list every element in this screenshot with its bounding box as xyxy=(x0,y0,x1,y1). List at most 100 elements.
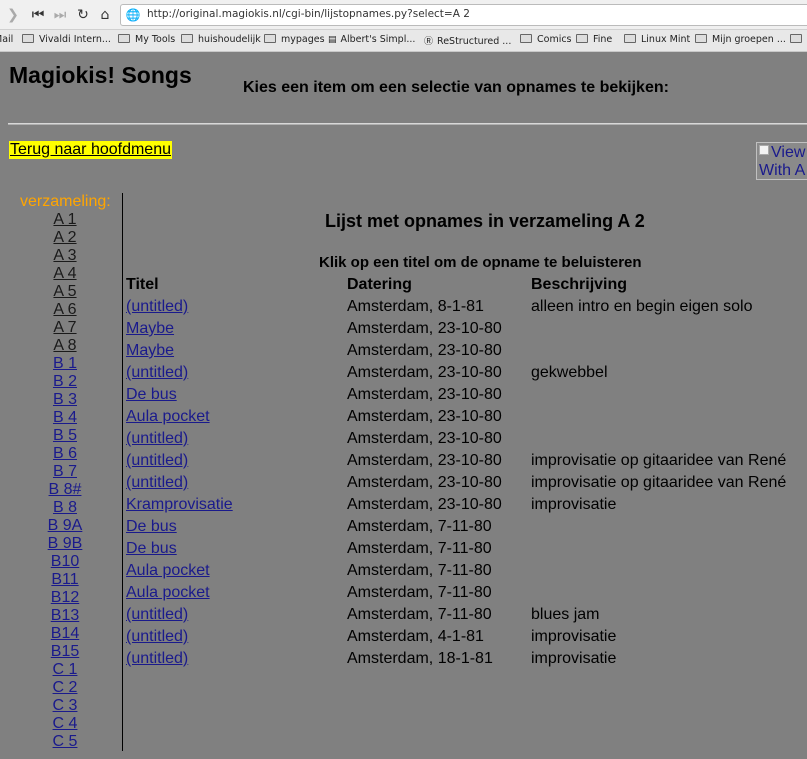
bookmark-vivaldi[interactable]: Vivaldi Intern... xyxy=(22,34,111,45)
bookmark-more[interactable] xyxy=(790,34,807,45)
sidebar-item-b-8-[interactable]: B 8# xyxy=(0,481,130,499)
column-header-titel: Titel xyxy=(126,276,159,293)
sidebar-item-b15[interactable]: B15 xyxy=(0,643,130,661)
sidebar-item-b-1[interactable]: B 1 xyxy=(0,355,130,373)
sidebar-item-a-8[interactable]: A 8 xyxy=(0,337,130,355)
recording-title-link[interactable]: De bus xyxy=(126,386,177,404)
globe-icon: 🌐 xyxy=(125,8,141,22)
sidebar-item-b13[interactable]: B13 xyxy=(0,607,130,625)
sidebar-item-a-7[interactable]: A 7 xyxy=(0,319,130,337)
page-content: Magiokis! Songs Kies een item om een sel… xyxy=(0,53,807,759)
sidebar-item-c-4[interactable]: C 4 xyxy=(0,715,130,733)
recording-date: Amsterdam, 23-10-80 xyxy=(347,364,502,381)
horizontal-rule xyxy=(8,123,807,125)
site-title: Magiokis! Songs xyxy=(9,62,192,88)
recording-title-link[interactable]: (untitled) xyxy=(126,430,188,448)
recording-title-link[interactable]: Kramprovisatie xyxy=(126,496,233,514)
sidebar-item-c-5[interactable]: C 5 xyxy=(0,733,130,751)
sidebar-item-b12[interactable]: B12 xyxy=(0,589,130,607)
sidebar-item-a-6[interactable]: A 6 xyxy=(0,301,130,319)
recording-title-link[interactable]: (untitled) xyxy=(126,628,188,646)
recording-title-link[interactable]: (untitled) xyxy=(126,364,188,382)
sidebar-item-a-3[interactable]: A 3 xyxy=(0,247,130,265)
recording-title-link[interactable]: (untitled) xyxy=(126,452,188,470)
sidebar-item-b14[interactable]: B14 xyxy=(0,625,130,643)
recording-title-link[interactable]: Aula pocket xyxy=(126,408,210,426)
sidebar-item-b-8[interactable]: B 8 xyxy=(0,499,130,517)
recording-title-link[interactable]: (untitled) xyxy=(126,606,188,624)
sidebar-item-c-1[interactable]: C 1 xyxy=(0,661,130,679)
recording-date: Amsterdam, 7-11-80 xyxy=(347,518,492,535)
sidebar-item-c-2[interactable]: C 2 xyxy=(0,679,130,697)
sidebar-item-b-9b[interactable]: B 9B xyxy=(0,535,130,553)
forward-icon[interactable]: ❯ xyxy=(3,5,23,25)
address-bar[interactable]: 🌐 http://original.magiokis.nl/cgi-bin/li… xyxy=(120,4,807,26)
bookmark-restructured[interactable]: Ⓡ ReStructured ... xyxy=(424,34,511,47)
recording-title-link[interactable]: Maybe xyxy=(126,320,174,338)
bookmark-alberts[interactable]: ▤ Albert's Simpl... xyxy=(328,34,415,45)
bookmark-comics[interactable]: Comics xyxy=(520,34,572,45)
bookmark-mypages[interactable]: mypages xyxy=(264,34,325,45)
bookmark-fine[interactable]: Fine xyxy=(576,34,612,45)
folder-icon xyxy=(624,34,636,43)
recording-title-link[interactable]: (untitled) xyxy=(126,298,188,316)
recording-date: Amsterdam, 8-1-81 xyxy=(347,298,484,315)
sidebar-item-a-5[interactable]: A 5 xyxy=(0,283,130,301)
bookmark-my-tools[interactable]: My Tools xyxy=(118,34,175,45)
site-icon: ▤ xyxy=(328,35,337,45)
sidebar-item-a-2[interactable]: A 2 xyxy=(0,229,130,247)
recording-date: Amsterdam, 7-11-80 xyxy=(347,562,492,579)
sidebar-item-b10[interactable]: B10 xyxy=(0,553,130,571)
recording-description: alleen intro en begin eigen solo xyxy=(531,298,753,315)
bookmark-mijn-groepen[interactable]: Mijn groepen ... xyxy=(695,34,786,45)
sidebar-item-b11[interactable]: B11 xyxy=(0,571,130,589)
reload-icon[interactable]: ↻ xyxy=(73,5,93,25)
recording-description: improvisatie xyxy=(531,496,617,513)
sidebar-item-b-2[interactable]: B 2 xyxy=(0,373,130,391)
collection-label: verzameling: xyxy=(20,193,111,210)
bookmark-mail[interactable]: Mail xyxy=(0,34,13,45)
recording-date: Amsterdam, 18-1-81 xyxy=(347,650,493,667)
rewind-icon[interactable]: ⏮ xyxy=(28,5,48,25)
recording-title-link[interactable]: (untitled) xyxy=(126,474,188,492)
recording-date: Amsterdam, 23-10-80 xyxy=(347,342,502,359)
recording-date: Amsterdam, 23-10-80 xyxy=(347,408,502,425)
bookmark-linux-mint[interactable]: Linux Mint xyxy=(624,34,690,45)
sidebar-item-b-7[interactable]: B 7 xyxy=(0,463,130,481)
recording-description: improvisatie op gitaaridee van René xyxy=(531,474,787,491)
sidebar-item-b-4[interactable]: B 4 xyxy=(0,409,130,427)
sidebar-item-b-5[interactable]: B 5 xyxy=(0,427,130,445)
sidebar-item-b-9a[interactable]: B 9A xyxy=(0,517,130,535)
sidebar-item-c-3[interactable]: C 3 xyxy=(0,697,130,715)
broken-image-icon xyxy=(759,145,769,155)
bookmark-huishoudelijk[interactable]: huishoudelijk xyxy=(181,34,261,45)
recording-title-link[interactable]: Aula pocket xyxy=(126,584,210,602)
column-header-beschrijving: Beschrijving xyxy=(531,276,628,293)
home-icon[interactable]: ⌂ xyxy=(95,5,115,25)
sidebar-item-b-6[interactable]: B 6 xyxy=(0,445,130,463)
recording-date: Amsterdam, 23-10-80 xyxy=(347,496,502,513)
url-text: http://original.magiokis.nl/cgi-bin/lijs… xyxy=(147,8,470,20)
recording-date: Amsterdam, 7-11-80 xyxy=(347,584,492,601)
recording-title-link[interactable]: Maybe xyxy=(126,342,174,360)
recording-date: Amsterdam, 23-10-80 xyxy=(347,452,502,469)
recording-description: gekwebbel xyxy=(531,364,608,381)
sidebar-item-b-3[interactable]: B 3 xyxy=(0,391,130,409)
sidebar-divider xyxy=(122,193,123,751)
folder-icon xyxy=(264,34,276,43)
sidebar-item-a-4[interactable]: A 4 xyxy=(0,265,130,283)
list-title: Lijst met opnames in verzameling A 2 xyxy=(325,211,645,231)
browser-navbar: ❯ ⏮ ⏭ ↻ ⌂ 🌐 http://original.magiokis.nl/… xyxy=(0,0,807,30)
folder-icon xyxy=(22,34,34,43)
site-icon: Ⓡ xyxy=(424,37,434,47)
fast-forward-icon[interactable]: ⏭ xyxy=(50,5,70,25)
recording-title-link[interactable]: Aula pocket xyxy=(126,562,210,580)
sidebar-item-a-1[interactable]: A 1 xyxy=(0,211,130,229)
recording-description: blues jam xyxy=(531,606,600,623)
recording-date: Amsterdam, 23-10-80 xyxy=(347,320,502,337)
recording-title-link[interactable]: (untitled) xyxy=(126,650,188,668)
recording-title-link[interactable]: De bus xyxy=(126,540,177,558)
viewable-with-any-browser-badge[interactable]: View With A xyxy=(756,142,807,180)
back-to-main-menu-link[interactable]: Terug naar hoofdmenu xyxy=(9,141,172,159)
recording-title-link[interactable]: De bus xyxy=(126,518,177,536)
